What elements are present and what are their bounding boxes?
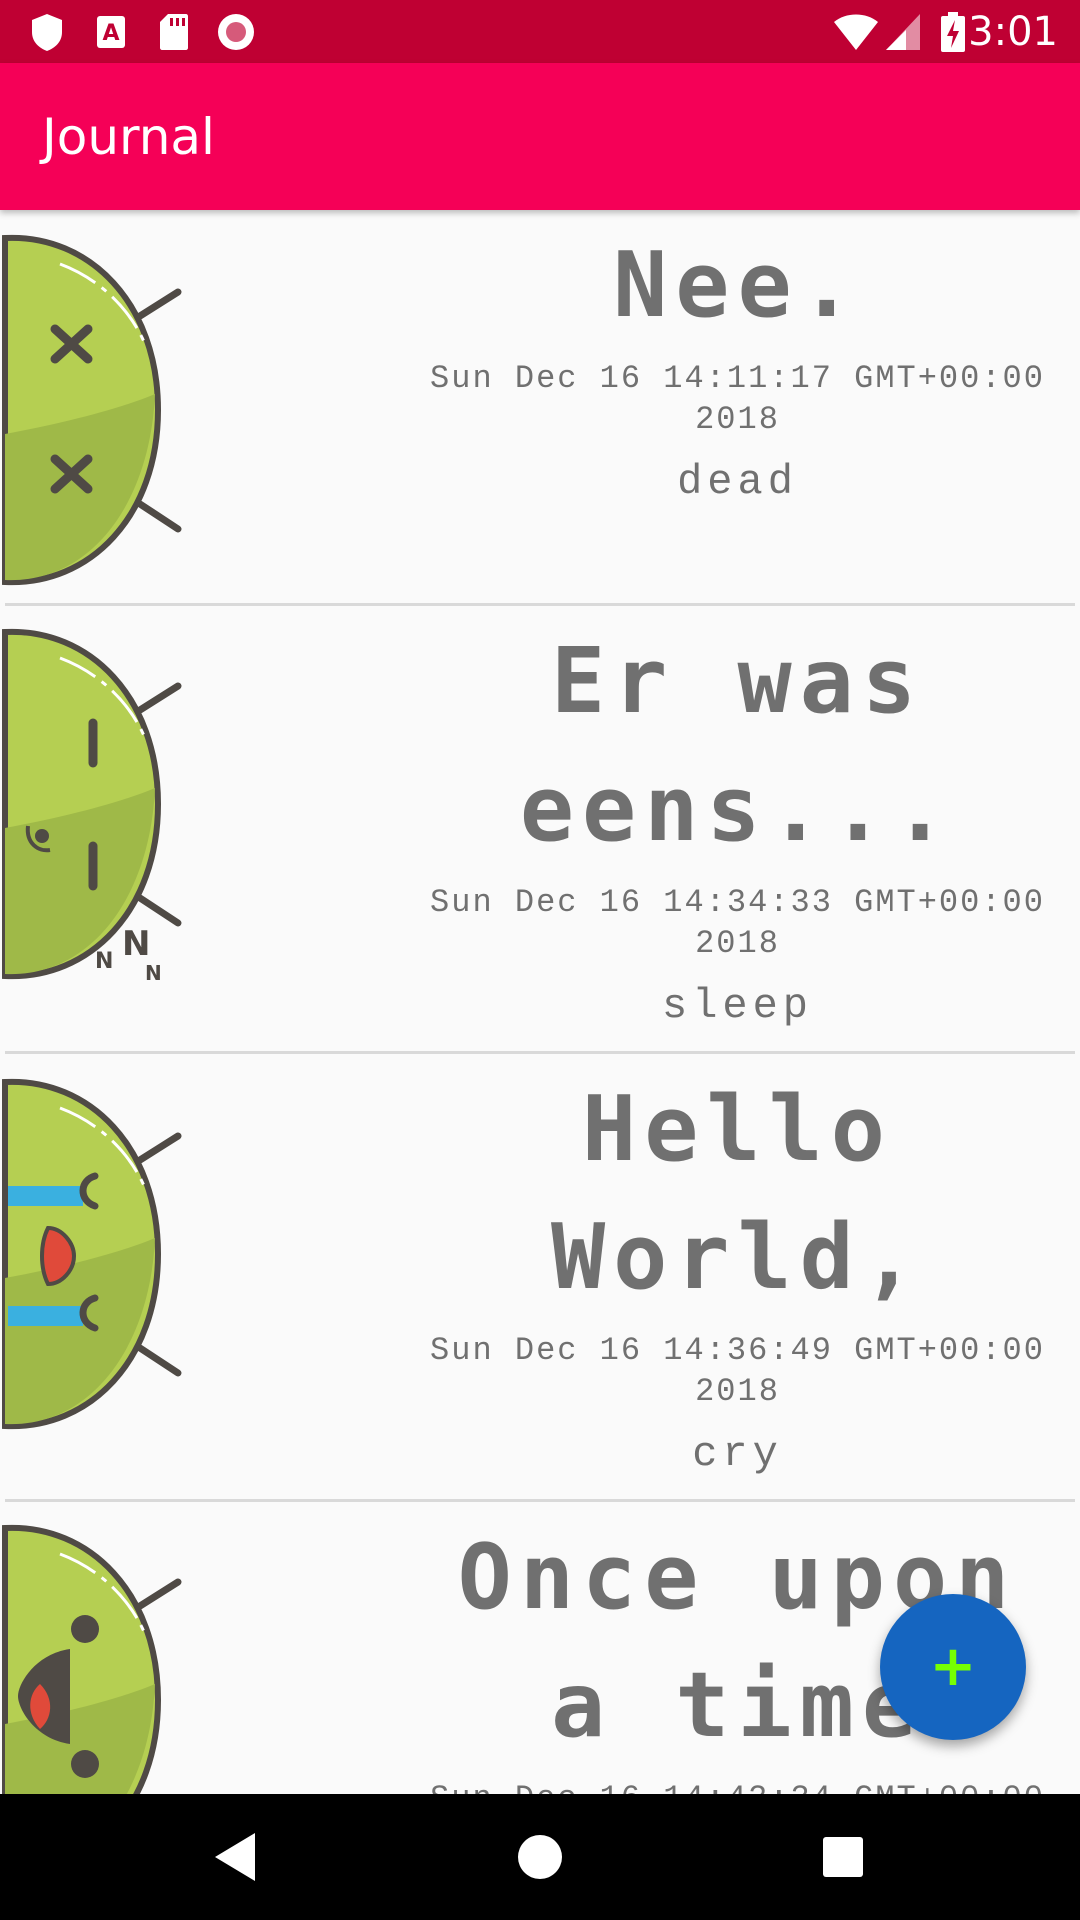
entry-title: Hello World, <box>550 1077 925 1310</box>
add-entry-button[interactable]: + <box>880 1594 1026 1740</box>
entry-mood: sleep <box>661 982 814 1030</box>
mood-dead-icon <box>2 234 182 586</box>
journal-entry[interactable]: Hello World, Sun Dec 16 14:36:49 GMT+00:… <box>0 1054 1080 1502</box>
entry-date: Sun Dec 16 14:34:33 GMT+00:00 2018 <box>430 884 1045 962</box>
journal-entry-list[interactable]: Nee. Sun Dec 16 14:11:17 GMT+00:00 2018 … <box>0 210 1080 1794</box>
svg-text:N: N <box>122 924 150 964</box>
mood-sleep-icon: N N N <box>2 628 182 985</box>
home-icon[interactable] <box>510 1827 570 1887</box>
navigation-bar <box>0 1794 1080 1920</box>
app-bar: Journal <box>0 63 1080 210</box>
journal-entry[interactable]: Nee. Sun Dec 16 14:11:17 GMT+00:00 2018 … <box>0 210 1080 606</box>
entry-mood: cry <box>692 1430 783 1478</box>
svg-text:N: N <box>145 961 162 985</box>
plus-icon: + <box>929 1634 977 1699</box>
entry-date: Sun Dec 16 14:11:17 GMT+00:00 2018 <box>430 360 1045 438</box>
record-icon <box>218 14 254 50</box>
status-time: 3:01 <box>968 9 1058 55</box>
battery-charging-icon <box>941 12 965 52</box>
svg-text:N: N <box>95 949 113 974</box>
text-a-icon: A <box>97 16 125 48</box>
sd-card-icon <box>160 14 188 50</box>
recents-icon[interactable] <box>813 1827 873 1887</box>
entry-date: Sun Dec 16 14:43:34 GMT+00:00 2018 <box>400 1778 1075 1794</box>
entry-date: Sun Dec 16 14:36:49 GMT+00:00 2018 <box>430 1332 1045 1410</box>
wifi-icon <box>834 14 878 50</box>
entry-mood: dead <box>677 458 798 506</box>
status-bar: A 3:01 <box>0 0 1080 63</box>
svg-text:A: A <box>102 21 119 46</box>
shield-icon <box>32 14 62 51</box>
journal-entry[interactable]: N N N Er was eens... Sun Dec 16 14:34:33… <box>0 606 1080 1054</box>
entry-title: Nee. <box>613 233 862 338</box>
back-icon[interactable] <box>205 1827 265 1887</box>
mood-cry-icon <box>2 1078 182 1430</box>
mood-laugh-icon <box>2 1524 182 1794</box>
page-title: Journal <box>42 108 215 166</box>
entry-title: Er was eens... <box>519 629 956 862</box>
signal-icon <box>886 14 920 50</box>
